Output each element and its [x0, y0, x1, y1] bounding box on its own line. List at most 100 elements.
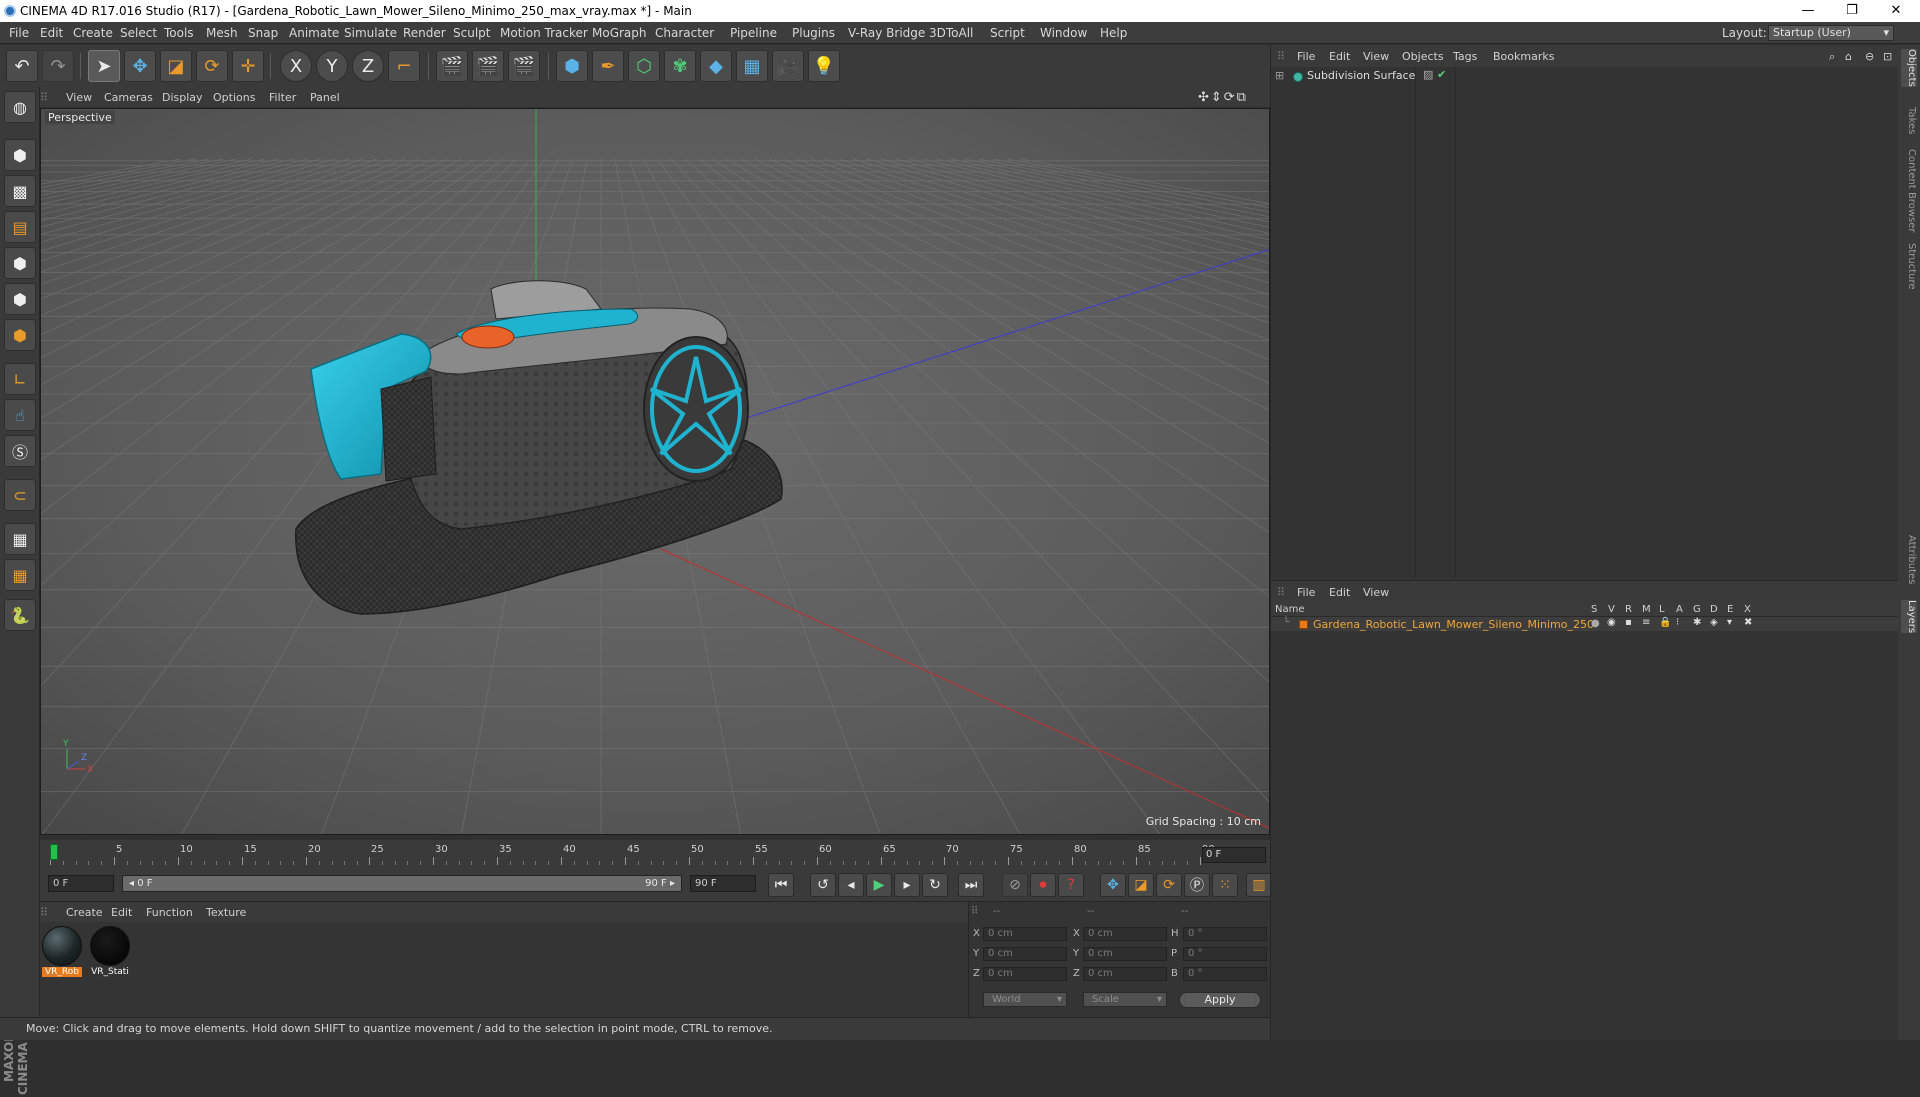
menu-mograph[interactable]: MoGraph	[592, 26, 647, 40]
record-active-objects-button[interactable]: ⊘	[1002, 873, 1028, 897]
menu-select[interactable]: Select	[120, 26, 157, 40]
end-frame-field[interactable]: 90 F	[690, 875, 756, 892]
column-render[interactable]: R	[1625, 604, 1632, 615]
filter-icon[interactable]: ⊖	[1865, 50, 1874, 63]
manager-icon[interactable]: ≡	[1642, 617, 1650, 628]
view-eye-icon[interactable]: ◉	[1607, 617, 1616, 628]
workplane-button[interactable]: ▤	[4, 211, 36, 243]
enabled-check-icon[interactable]: ✔	[1437, 68, 1446, 81]
position-x-field[interactable]: 0 cm	[983, 927, 1067, 941]
go-to-end-button[interactable]: ⏭	[958, 873, 984, 897]
viewport-menu-filter[interactable]: Filter	[269, 91, 296, 104]
timeline-window-button[interactable]: ▥	[1246, 873, 1272, 897]
close-button[interactable]: ✕	[1874, 0, 1918, 22]
frame-ruler[interactable]: 051015202530354045505560657075808590	[50, 840, 1215, 868]
material-swatch[interactable]: VR_Rob	[42, 926, 82, 986]
viewport-menu-panel[interactable]: Panel	[310, 91, 340, 104]
next-frame-button[interactable]: ▸	[894, 873, 920, 897]
column-manager[interactable]: M	[1642, 604, 1651, 615]
add-camera-button[interactable]: 🎥	[772, 50, 804, 82]
rotation-h-field[interactable]: 0 °	[1183, 927, 1267, 941]
menu-tools[interactable]: Tools	[164, 26, 194, 40]
material-menu-texture[interactable]: Texture	[206, 906, 246, 919]
edit-render-settings-button[interactable]: 🎬	[508, 50, 540, 82]
tab-layers[interactable]: Layers	[1901, 600, 1917, 634]
menu-help[interactable]: Help	[1100, 26, 1127, 40]
menu-character[interactable]: Character	[655, 26, 714, 40]
add-array-button[interactable]: ✾	[664, 50, 696, 82]
locked-workplane-button[interactable]: ▦	[4, 523, 36, 555]
render-view-button[interactable]: 🎬	[436, 50, 468, 82]
add-spline-button[interactable]: ✒	[592, 50, 624, 82]
viewport-navigation-icons[interactable]: ✣⇕⟳⧉	[1198, 90, 1248, 105]
edges-mode-button[interactable]: ⬢	[4, 283, 36, 315]
make-editable-button[interactable]: ◍	[4, 91, 36, 123]
menu-3dtoall[interactable]: 3DToAll	[929, 26, 973, 40]
keyframe-selection-button[interactable]: ?	[1058, 873, 1084, 897]
tab-structure[interactable]: Structure	[1901, 243, 1917, 290]
coordinate-space-select[interactable]: World ▾	[983, 992, 1067, 1007]
go-to-start-button[interactable]: ⏮	[768, 873, 794, 897]
add-subdivision-button[interactable]: ⬡	[628, 50, 660, 82]
axis-mode-button[interactable]: ∟	[4, 363, 36, 395]
polygons-mode-button[interactable]: ⬢	[4, 319, 36, 351]
lock-z-axis-button[interactable]: Z	[352, 50, 384, 82]
key-pla-button[interactable]: ⁙	[1212, 873, 1238, 897]
layer-menu-file[interactable]: File	[1297, 586, 1315, 599]
expand-icon[interactable]: ⊞	[1275, 69, 1284, 82]
preview-range-slider[interactable]: ◂ 0 F 90 F ▸	[122, 875, 682, 892]
object-row-subdivision-surface[interactable]: ⊞ Subdivision Surface ▨ ✔	[1275, 68, 1446, 82]
material-menu-edit[interactable]: Edit	[111, 906, 132, 919]
edit-visibility-icon[interactable]: ▨	[1423, 68, 1433, 81]
tweak-mode-button[interactable]: ☝	[4, 399, 36, 431]
object-menu-view[interactable]: View	[1363, 50, 1389, 63]
lock-y-axis-button[interactable]: Y	[316, 50, 348, 82]
object-menu-file[interactable]: File	[1297, 50, 1315, 63]
menu-vray-bridge[interactable]: V-Ray Bridge	[848, 26, 925, 40]
add-floor-button[interactable]: ▦	[736, 50, 768, 82]
model-mode-button[interactable]: ⬢	[4, 139, 36, 171]
viewport-menu-options[interactable]: Options	[213, 91, 255, 104]
solo-dot-icon[interactable]: ●	[1591, 618, 1600, 629]
column-view[interactable]: V	[1608, 604, 1615, 615]
menu-script[interactable]: Script	[990, 26, 1025, 40]
current-frame-field[interactable]: 0 F	[1202, 847, 1266, 863]
menu-plugins[interactable]: Plugins	[792, 26, 835, 40]
previous-frame-button[interactable]: ◂	[838, 873, 864, 897]
play-forward-button[interactable]: ▶	[866, 873, 892, 897]
object-menu-edit[interactable]: Edit	[1329, 50, 1350, 63]
add-light-button[interactable]: 💡	[808, 50, 840, 82]
menu-mesh[interactable]: Mesh	[206, 26, 238, 40]
object-menu-bookmarks[interactable]: Bookmarks	[1493, 50, 1554, 63]
coordinate-mode-select[interactable]: Scale ▾	[1083, 992, 1167, 1007]
menu-create[interactable]: Create	[73, 26, 113, 40]
rotation-b-field[interactable]: 0 °	[1183, 967, 1267, 981]
material-menu-function[interactable]: Function	[146, 906, 193, 919]
recent-tool-button[interactable]: ✛	[232, 50, 264, 82]
object-tree[interactable]: ⊞ Subdivision Surface ▨ ✔	[1271, 67, 1901, 577]
deformer-icon[interactable]: ◈	[1710, 617, 1718, 628]
generator-icon[interactable]: ✱	[1693, 617, 1701, 628]
undo-button[interactable]: ↶	[6, 50, 38, 82]
key-scale-button[interactable]: ◪	[1128, 873, 1154, 897]
live-selection-button[interactable]: ➤	[88, 50, 120, 82]
object-name[interactable]: Subdivision Surface	[1307, 69, 1415, 82]
python-button[interactable]: 🐍	[4, 599, 36, 631]
menu-animate[interactable]: Animate	[289, 26, 339, 40]
restore-button[interactable]: ❐	[1830, 0, 1874, 22]
material-swatch[interactable]: VR_Stati	[90, 926, 130, 986]
animation-icon[interactable]: ⁝	[1676, 617, 1679, 628]
playhead-marker[interactable]	[50, 844, 58, 860]
move-tool-button[interactable]: ✥	[124, 50, 156, 82]
column-animation[interactable]: A	[1676, 604, 1683, 615]
object-menu-objects[interactable]: Objects	[1402, 50, 1444, 63]
position-y-field[interactable]: 0 cm	[983, 947, 1067, 961]
coordinate-system-button[interactable]: ⌐	[388, 50, 420, 82]
add-cube-button[interactable]: ⬢	[556, 50, 588, 82]
column-locked[interactable]: L	[1659, 604, 1665, 615]
object-menu-tags[interactable]: Tags	[1453, 50, 1477, 63]
layout-select[interactable]: Startup (User) ▾	[1768, 25, 1894, 41]
material-menu-create[interactable]: Create	[66, 906, 103, 919]
autokeying-button[interactable]: ⏺	[1030, 873, 1056, 897]
previous-key-button[interactable]: ↺	[810, 873, 836, 897]
